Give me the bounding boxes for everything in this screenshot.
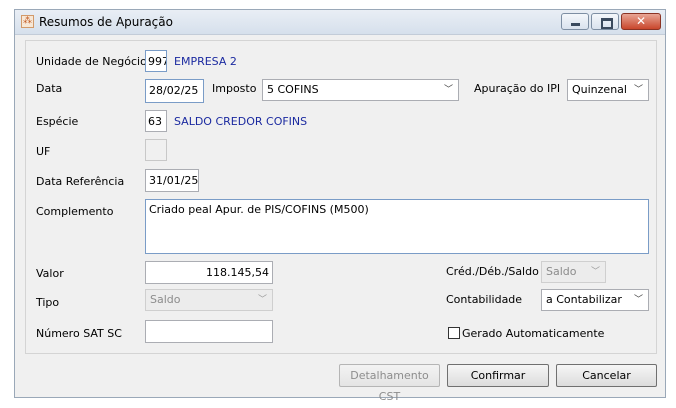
imposto-select[interactable]: 5 COFINS ﹀ — [262, 79, 459, 101]
apuracao-ipi-value: Quinzenal — [572, 83, 627, 96]
minimize-icon — [571, 23, 580, 26]
valor-input[interactable]: 118.145,54 — [145, 261, 273, 284]
minimize-button[interactable] — [561, 13, 589, 30]
maximize-button[interactable] — [591, 13, 619, 30]
complemento-label: Complemento — [36, 205, 114, 218]
contabilidade-select[interactable]: a Contabilizar ﹀ — [541, 289, 649, 311]
cred-deb-saldo-value: Saldo — [546, 265, 577, 278]
cred-deb-saldo-label: Créd./Déb./Saldo — [446, 265, 539, 278]
cancelar-button[interactable]: Cancelar — [556, 364, 657, 387]
imposto-value: 5 COFINS — [267, 83, 319, 96]
detalhamento-cst-button: Detalhamento CST — [339, 364, 440, 403]
complemento-textarea[interactable]: Criado peal Apur. de PIS/COFINS (M500) — [145, 199, 649, 254]
app-grid-icon: ⁂ — [21, 15, 34, 28]
uf-input — [145, 139, 167, 161]
gerado-label: Gerado Automaticamente — [462, 327, 605, 340]
uf-label: UF — [36, 145, 51, 158]
tipo-value: Saldo — [150, 293, 181, 306]
title-bar[interactable]: ⁂ Resumos de Apuração ✕ — [15, 10, 665, 35]
cred-deb-saldo-select: Saldo ﹀ — [541, 261, 606, 283]
confirmar-button[interactable]: Confirmar — [447, 364, 549, 387]
data-referencia-label: Data Referência — [36, 175, 125, 188]
tipo-select: Saldo ﹀ — [145, 289, 273, 311]
numero-sat-label: Número SAT SC — [36, 327, 122, 340]
unidade-code-input[interactable]: 997 — [145, 50, 167, 72]
especie-code-input[interactable]: 63 — [145, 110, 167, 132]
tipo-label: Tipo — [36, 296, 60, 309]
chevron-down-icon: ﹀ — [443, 85, 453, 95]
close-icon: ✕ — [635, 14, 647, 28]
chevron-down-icon: ﹀ — [633, 295, 643, 305]
especie-name: SALDO CREDOR COFINS — [174, 115, 308, 128]
dialog-window: ⁂ Resumos de Apuração ✕ Unidade de Negóc… — [14, 9, 666, 403]
data-referencia-input[interactable]: 31/01/25 — [145, 169, 199, 192]
chevron-down-icon: ﹀ — [633, 85, 643, 95]
form-panel: Unidade de Negócio 997 EMPRESA 2 Data 28… — [25, 40, 657, 354]
contabilidade-value: a Contabilizar — [546, 293, 622, 306]
apuracao-ipi-label: Apuração do IPI — [474, 82, 561, 95]
numero-sat-input[interactable] — [145, 320, 273, 343]
valor-label: Valor — [36, 267, 64, 280]
unidade-label: Unidade de Negócio — [36, 55, 147, 68]
window-title: Resumos de Apuração — [39, 15, 173, 29]
close-button[interactable]: ✕ — [621, 13, 661, 30]
gerado-checkbox[interactable] — [448, 327, 460, 339]
apuracao-ipi-select[interactable]: Quinzenal ﹀ — [567, 79, 649, 101]
especie-label: Espécie — [36, 115, 79, 128]
chevron-down-icon: ﹀ — [590, 267, 600, 277]
data-input[interactable]: 28/02/25 — [145, 79, 204, 103]
chevron-down-icon: ﹀ — [257, 295, 267, 305]
imposto-label: Imposto — [212, 82, 257, 95]
maximize-icon — [601, 18, 613, 29]
contabilidade-label: Contabilidade — [446, 293, 523, 306]
unidade-name: EMPRESA 2 — [174, 55, 237, 68]
data-label: Data — [36, 82, 63, 95]
